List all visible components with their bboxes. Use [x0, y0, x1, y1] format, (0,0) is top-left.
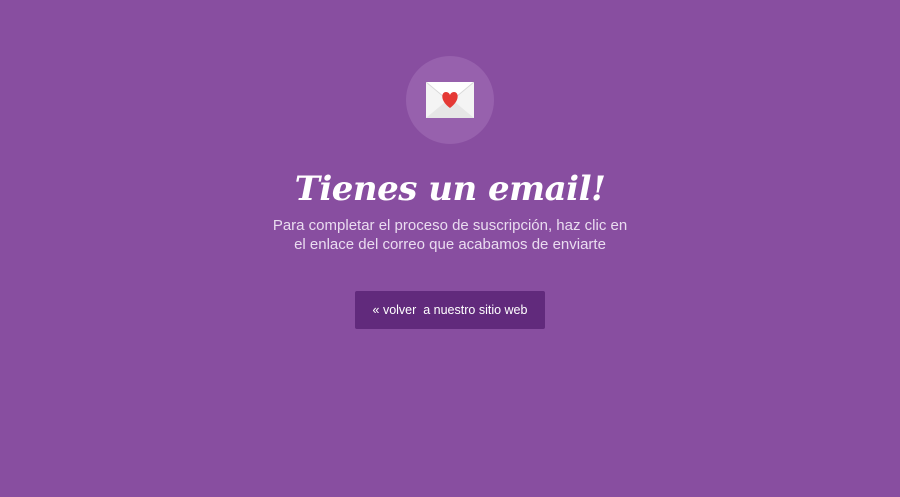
- confirmation-page: Tienes un email! Para completar el proce…: [0, 0, 900, 497]
- icon-circle: [406, 56, 494, 144]
- envelope-heart-icon: [426, 82, 474, 118]
- back-to-website-button[interactable]: « volver a nuestro sitio web: [355, 291, 545, 329]
- instruction-text: Para completar el proceso de suscripción…: [272, 217, 628, 253]
- page-title: Tienes un email!: [294, 169, 606, 209]
